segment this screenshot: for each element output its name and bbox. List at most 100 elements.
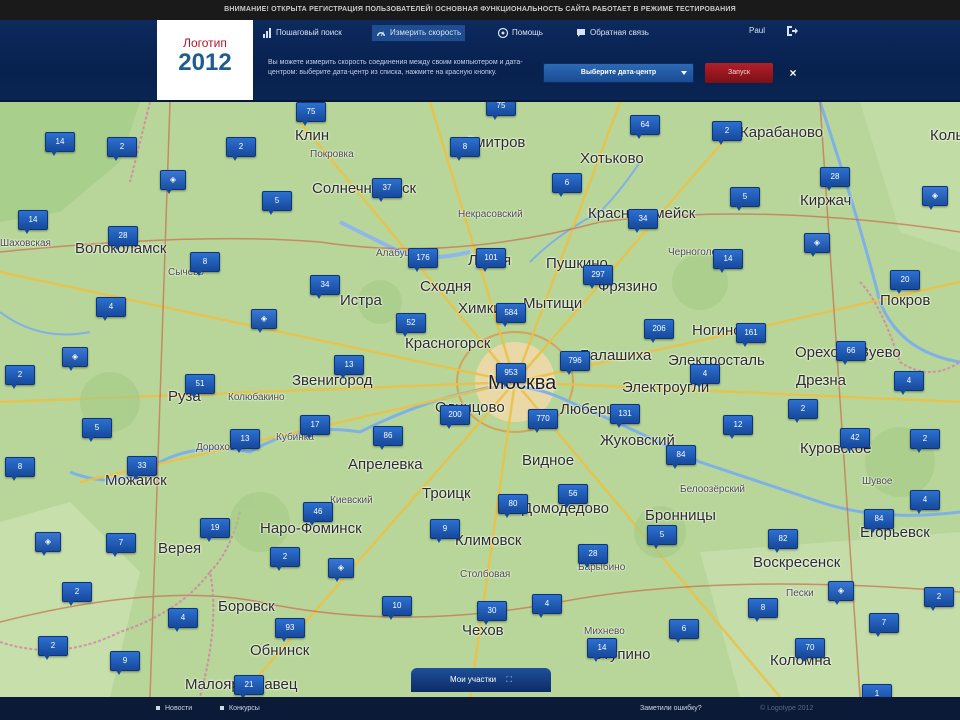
wifi-marker-icon[interactable]: ◈ bbox=[35, 532, 61, 556]
datacenter-marker[interactable]: 101 bbox=[476, 248, 506, 272]
nav-measure-speed[interactable]: Измерить скорость bbox=[372, 25, 466, 41]
datacenter-marker[interactable]: 2 bbox=[226, 137, 256, 161]
datacenter-marker[interactable]: 770 bbox=[528, 409, 558, 433]
datacenter-marker[interactable]: 796 bbox=[560, 351, 590, 375]
nav-help[interactable]: Помощь bbox=[498, 25, 543, 41]
datacenter-marker[interactable]: 14 bbox=[713, 249, 743, 273]
datacenter-marker[interactable]: 4 bbox=[168, 608, 198, 632]
datacenter-marker[interactable]: 52 bbox=[396, 313, 426, 337]
datacenter-marker[interactable]: 33 bbox=[127, 456, 157, 480]
my-sites-tab[interactable]: Мои участки ⛶ bbox=[411, 668, 551, 692]
datacenter-marker[interactable]: 131 bbox=[610, 404, 640, 428]
datacenter-marker[interactable]: 4 bbox=[532, 594, 562, 618]
datacenter-marker[interactable]: 70 bbox=[795, 638, 825, 662]
datacenter-marker[interactable]: 28 bbox=[108, 226, 138, 250]
datacenter-marker[interactable]: 5 bbox=[730, 187, 760, 211]
datacenter-marker[interactable]: 34 bbox=[310, 275, 340, 299]
logo[interactable]: Логотип 2012 bbox=[157, 20, 253, 100]
datacenter-marker[interactable]: 9 bbox=[430, 519, 460, 543]
datacenter-marker[interactable]: 17 bbox=[300, 415, 330, 439]
datacenter-marker[interactable]: 14 bbox=[18, 210, 48, 234]
datacenter-marker[interactable]: 8 bbox=[450, 137, 480, 161]
datacenter-marker[interactable]: 2 bbox=[924, 587, 954, 611]
datacenter-marker[interactable]: 200 bbox=[440, 405, 470, 429]
wifi-marker-icon[interactable]: ◈ bbox=[328, 558, 354, 582]
datacenter-marker[interactable]: 176 bbox=[408, 248, 438, 272]
datacenter-marker[interactable]: 5 bbox=[262, 191, 292, 215]
datacenter-marker[interactable]: 37 bbox=[372, 178, 402, 202]
datacenter-marker[interactable]: 30 bbox=[477, 601, 507, 625]
datacenter-marker[interactable]: 75 bbox=[296, 102, 326, 126]
datacenter-marker[interactable]: 2 bbox=[270, 547, 300, 571]
datacenter-marker[interactable]: 8 bbox=[5, 457, 35, 481]
datacenter-marker[interactable]: 64 bbox=[630, 115, 660, 139]
datacenter-marker[interactable]: 13 bbox=[230, 429, 260, 453]
datacenter-marker[interactable]: 4 bbox=[690, 364, 720, 388]
datacenter-marker[interactable]: 84 bbox=[666, 445, 696, 469]
datacenter-marker[interactable]: 5 bbox=[82, 418, 112, 442]
datacenter-marker[interactable]: 8 bbox=[748, 598, 778, 622]
datacenter-marker[interactable]: 82 bbox=[768, 529, 798, 553]
wifi-marker-icon[interactable]: ◈ bbox=[251, 309, 277, 333]
datacenter-marker[interactable]: 4 bbox=[96, 297, 126, 321]
datacenter-marker[interactable]: 2 bbox=[107, 137, 137, 161]
datacenter-marker[interactable]: 93 bbox=[275, 618, 305, 642]
nav-feedback[interactable]: Обратная связь bbox=[576, 25, 649, 41]
logout-icon[interactable] bbox=[786, 25, 798, 37]
datacenter-marker[interactable]: 13 bbox=[334, 355, 364, 379]
datacenter-marker[interactable]: 10 bbox=[382, 596, 412, 620]
datacenter-marker[interactable]: 84 bbox=[864, 509, 894, 533]
datacenter-marker[interactable]: 80 bbox=[498, 494, 528, 518]
wifi-marker-icon[interactable]: ◈ bbox=[828, 581, 854, 605]
datacenter-marker[interactable]: 6 bbox=[552, 173, 582, 197]
wifi-marker-icon[interactable]: ◈ bbox=[160, 170, 186, 194]
footer-news-link[interactable]: Новости bbox=[156, 697, 192, 720]
datacenter-marker[interactable]: 9 bbox=[110, 651, 140, 675]
map[interactable]: Клин Дмитров Покровка Хотьково Карабаново Кол… bbox=[0, 102, 960, 697]
datacenter-marker[interactable]: 4 bbox=[910, 490, 940, 514]
user-name[interactable]: Paul bbox=[749, 26, 765, 35]
footer-contests-link[interactable]: Конкурсы bbox=[220, 697, 260, 720]
datacenter-marker[interactable]: 2 bbox=[910, 429, 940, 453]
datacenter-marker[interactable]: 7 bbox=[106, 533, 136, 557]
datacenter-marker[interactable]: 75 bbox=[486, 102, 516, 120]
datacenter-marker[interactable]: 297 bbox=[583, 265, 613, 289]
datacenter-marker[interactable]: 14 bbox=[45, 132, 75, 156]
datacenter-marker[interactable]: 206 bbox=[644, 319, 674, 343]
datacenter-marker[interactable]: 46 bbox=[303, 502, 333, 526]
wifi-marker-icon[interactable]: ◈ bbox=[922, 186, 948, 210]
datacenter-marker[interactable]: 2 bbox=[788, 399, 818, 423]
datacenter-marker[interactable]: 7 bbox=[869, 613, 899, 637]
datacenter-marker[interactable]: 28 bbox=[578, 544, 608, 568]
nav-step-search[interactable]: Пошаговый поиск bbox=[262, 25, 342, 41]
datacenter-marker[interactable]: 51 bbox=[185, 374, 215, 398]
datacenter-marker[interactable]: 86 bbox=[373, 426, 403, 450]
datacenter-marker[interactable]: 21 bbox=[234, 675, 264, 697]
datacenter-marker[interactable]: 2 bbox=[712, 121, 742, 145]
datacenter-marker[interactable]: 2 bbox=[5, 365, 35, 389]
start-button[interactable]: Запуск bbox=[705, 63, 773, 83]
wifi-marker-icon[interactable]: ◈ bbox=[62, 347, 88, 371]
datacenter-marker[interactable]: 584 bbox=[496, 303, 526, 327]
datacenter-marker[interactable]: 34 bbox=[628, 209, 658, 233]
datacenter-marker[interactable]: 2 bbox=[62, 582, 92, 606]
datacenter-marker[interactable]: 66 bbox=[836, 341, 866, 365]
datacenter-marker[interactable]: 19 bbox=[200, 518, 230, 542]
datacenter-marker[interactable]: 5 bbox=[647, 525, 677, 549]
datacenter-marker[interactable]: 14 bbox=[587, 638, 617, 662]
datacenter-marker[interactable]: 161 bbox=[736, 323, 766, 347]
close-icon[interactable]: × bbox=[784, 64, 802, 82]
datacenter-marker[interactable]: 6 bbox=[669, 619, 699, 643]
datacenter-marker[interactable]: 42 bbox=[840, 428, 870, 452]
wifi-marker-icon[interactable]: ◈ bbox=[804, 233, 830, 257]
datacenter-marker[interactable]: 1 bbox=[862, 684, 892, 697]
expand-icon[interactable]: ⛶ bbox=[506, 668, 512, 692]
datacenter-marker[interactable]: 953 bbox=[496, 363, 526, 387]
datacenter-marker[interactable]: 4 bbox=[894, 371, 924, 395]
datacenter-marker[interactable]: 20 bbox=[890, 270, 920, 294]
datacenter-marker[interactable]: 12 bbox=[723, 415, 753, 439]
datacenter-marker[interactable]: 56 bbox=[558, 484, 588, 508]
datacenter-select[interactable]: Выберите дата-центр bbox=[543, 63, 694, 83]
datacenter-marker[interactable]: 28 bbox=[820, 167, 850, 191]
datacenter-marker[interactable]: 2 bbox=[38, 636, 68, 660]
